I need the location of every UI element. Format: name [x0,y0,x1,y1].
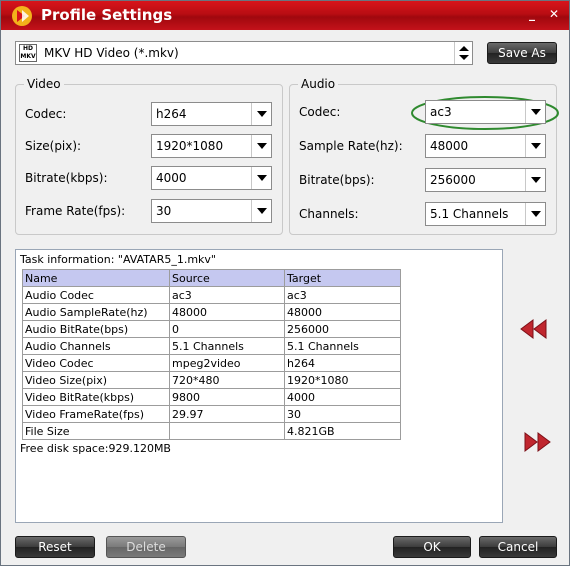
table-row: Video Size(pix) 720*480 1920*1080 [22,371,401,389]
task-info-table: Name Source Target Audio Codec ac3 ac3 A… [22,269,401,440]
profile-format-value: MKV HD Video (*.mkv) [44,46,179,60]
profile-settings-window: Profile Settings _ ✕ HD MKV MKV HD Video… [0,0,570,566]
video-bitrate-label: Bitrate(kbps): [25,171,108,185]
video-codec-select[interactable]: h264 [151,102,272,126]
table-cell: Video FrameRate(fps) [22,405,170,423]
cancel-button[interactable]: Cancel [479,536,557,558]
table-row: Video BitRate(kbps) 9800 4000 [22,388,401,406]
table-cell: 30 [284,405,401,423]
chevron-down-icon[interactable] [251,200,271,222]
table-cell: File Size [22,422,170,440]
table-cell: Video Size(pix) [22,371,170,389]
video-group-title: Video [24,77,64,91]
table-cell: 48000 [169,303,285,321]
video-size-value: 1920*1080 [156,139,224,153]
chevron-down-icon[interactable] [251,103,271,125]
next-arrow-icon[interactable] [523,432,553,452]
delete-button[interactable]: Delete [106,536,186,558]
audio-bitrate-select[interactable]: 256000 [425,168,546,192]
table-cell: Video Codec [22,354,170,372]
table-cell: ac3 [284,286,401,304]
table-cell: 256000 [284,320,401,338]
spin-updown-icon[interactable] [454,42,472,64]
audio-channels-select[interactable]: 5.1 Channels [425,202,546,226]
video-framerate-value: 30 [156,204,172,218]
table-cell: Audio SampleRate(hz) [22,303,170,321]
video-bitrate-value: 4000 [156,171,187,185]
ok-button[interactable]: OK [393,536,471,558]
table-row: Audio Codec ac3 ac3 [22,286,401,304]
save-as-button[interactable]: Save As [487,42,557,64]
chevron-down-icon[interactable] [251,167,271,189]
audio-channels-value: 5.1 Channels [430,207,509,221]
column-header-source: Source [169,269,285,287]
reset-button[interactable]: Reset [15,536,95,558]
audio-samplerate-value: 48000 [430,139,469,153]
table-cell: 4.821GB [284,422,401,440]
close-icon[interactable]: ✕ [545,6,563,22]
video-codec-value: h264 [156,107,187,121]
table-row: File Size 4.821GB [22,422,401,440]
audio-codec-label: Codec: [299,105,341,119]
table-cell [169,422,285,440]
title-bar[interactable]: Profile Settings _ ✕ [1,1,569,30]
task-information-panel: Task information: "AVATAR5_1.mkv" Name S… [15,249,503,523]
table-row: Audio BitRate(bps) 0 256000 [22,320,401,338]
table-cell: mpeg2video [169,354,285,372]
table-header-row: Name Source Target [22,269,401,287]
video-framerate-select[interactable]: 30 [151,199,272,223]
app-logo-icon [12,6,32,26]
profile-format-select[interactable]: HD MKV MKV HD Video (*.mkv) [15,41,473,65]
chevron-down-icon[interactable] [525,203,545,225]
table-cell: 0 [169,320,285,338]
table-row: Audio SampleRate(hz) 48000 48000 [22,303,401,321]
table-cell: 9800 [169,388,285,406]
table-row: Video FrameRate(fps) 29.97 30 [22,405,401,423]
minimize-icon[interactable]: _ [523,6,541,22]
table-row: Audio Channels 5.1 Channels 5.1 Channels [22,337,401,355]
audio-group-title: Audio [298,77,339,91]
table-cell: 29.97 [169,405,285,423]
task-title: Task information: "AVATAR5_1.mkv" [20,253,216,266]
table-cell: Audio BitRate(bps) [22,320,170,338]
audio-codec-select[interactable]: ac3 [425,100,546,124]
table-cell: 5.1 Channels [169,337,285,355]
audio-codec-value: ac3 [430,105,452,119]
chevron-down-icon[interactable] [525,101,545,123]
audio-samplerate-label: Sample Rate(hz): [299,139,403,153]
table-cell: 4000 [284,388,401,406]
table-cell: 5.1 Channels [284,337,401,355]
video-size-select[interactable]: 1920*1080 [151,134,272,158]
free-disk-space: Free disk space:929.120MB [20,442,171,455]
column-header-name: Name [22,269,170,287]
table-cell: ac3 [169,286,285,304]
table-cell: 720*480 [169,371,285,389]
table-cell: h264 [284,354,401,372]
audio-bitrate-label: Bitrate(bps): [299,173,375,187]
window-title: Profile Settings [41,6,173,24]
mkv-format-icon: HD MKV [19,44,37,62]
chevron-down-icon[interactable] [525,135,545,157]
audio-samplerate-select[interactable]: 48000 [425,134,546,158]
table-row: Video Codec mpeg2video h264 [22,354,401,372]
video-framerate-label: Frame Rate(fps): [25,204,126,218]
table-cell: 1920*1080 [284,371,401,389]
table-cell: 48000 [284,303,401,321]
chevron-down-icon[interactable] [525,169,545,191]
video-size-label: Size(pix): [25,139,82,153]
table-cell: Audio Codec [22,286,170,304]
table-cell: Video BitRate(kbps) [22,388,170,406]
audio-bitrate-value: 256000 [430,173,476,187]
chevron-down-icon[interactable] [251,135,271,157]
previous-arrow-icon[interactable] [519,319,549,339]
video-bitrate-select[interactable]: 4000 [151,166,272,190]
column-header-target: Target [284,269,401,287]
video-codec-label: Codec: [25,107,67,121]
table-cell: Audio Channels [22,337,170,355]
audio-channels-label: Channels: [299,207,359,221]
